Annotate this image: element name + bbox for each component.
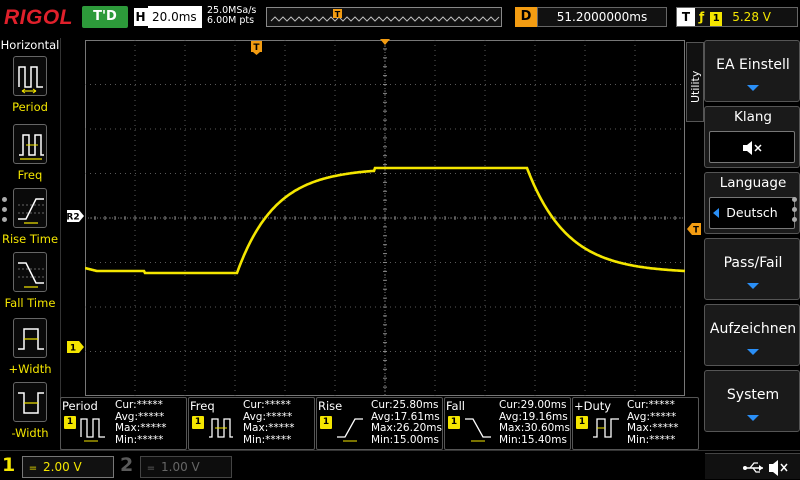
sidebar-item-label: Period <box>12 100 48 114</box>
trigger-source: 1 <box>710 12 723 26</box>
softkey-system[interactable]: System <box>704 370 800 432</box>
chevron-down-icon <box>747 349 759 355</box>
freq-icon <box>209 418 233 438</box>
sidebar-item-label: +Width <box>8 362 52 376</box>
graticule <box>85 40 685 396</box>
sidebar-item-label: Fall Time <box>4 296 56 310</box>
softkey-language[interactable]: Language Deutsch <box>704 172 800 234</box>
rise-time-icon <box>13 188 47 228</box>
period-icon <box>80 418 105 442</box>
chevron-left-icon <box>713 208 719 218</box>
dc-coupling-icon: = <box>146 463 156 474</box>
ch1-scale: 2.00 V <box>43 460 82 474</box>
ch2-scale: 1.00 V <box>161 460 200 474</box>
sidebar-item-plus-width[interactable]: +Width <box>0 318 60 382</box>
ref-r2-label: R2 <box>66 213 79 223</box>
waveform-display[interactable] <box>85 40 685 396</box>
sidebar-title: Horizontal <box>0 38 60 52</box>
chevron-down-icon <box>747 85 759 91</box>
plus-width-icon <box>13 318 47 358</box>
trigger-position-marker[interactable]: T <box>250 40 264 56</box>
chevron-down-icon <box>747 283 759 289</box>
scroll-dots-icon <box>792 197 798 227</box>
delay-value[interactable]: 51.2000000ms <box>537 7 667 27</box>
channel-badge: 1 <box>320 416 332 429</box>
acquisition-info: 25.0MSa/s 6.00M pts <box>207 6 265 28</box>
dc-coupling-icon: = <box>28 463 38 474</box>
fall-time-icon <box>13 252 47 292</box>
sidebar-item-minus-width[interactable]: -Width <box>0 382 60 446</box>
language-value: Deutsch <box>709 197 795 229</box>
measurement-fall[interactable]: Fall 1 Cur:29.00ms Avg:19.16ms Max:30.60ms… <box>444 397 571 450</box>
channel-badge: 1 <box>192 416 204 429</box>
ch1-label[interactable]: 1 <box>2 454 15 476</box>
timebase-box[interactable]: H 20.0ms <box>132 6 202 28</box>
minus-width-icon <box>13 382 47 422</box>
memory-position-track[interactable]: T <box>266 7 502 27</box>
channel-badge: 1 <box>576 416 588 429</box>
speaker-mute-icon <box>709 131 795 163</box>
memory-depth: 6.00M pts <box>207 15 255 26</box>
trigger-settings-box[interactable]: Tƒ 1 5.28 V <box>676 7 798 27</box>
fall-time-icon <box>465 418 491 442</box>
trigger-level: 5.28 V <box>732 10 771 24</box>
ch2-settings[interactable]: = 1.00 V <box>140 456 232 478</box>
usb-icon <box>743 462 763 473</box>
top-status-bar: RIGOL T'D H 20.0ms 25.0MSa/s 6.00M pts T … <box>0 0 800 38</box>
utility-menu-tab: Utility <box>686 42 704 122</box>
trigger-level-marker-label: T <box>693 226 699 236</box>
trigger-position-label: T <box>253 43 260 53</box>
ch1-offset-label: 1 <box>70 344 76 354</box>
measure-sidebar: Horizontal Period Freq Rise Time Fall Ti… <box>0 38 61 450</box>
ref-r2-marker[interactable]: R2 <box>66 208 86 224</box>
measurement-rise[interactable]: Rise 1 Cur:25.80ms Avg:17.61ms Max:26.20ms… <box>316 397 443 450</box>
rigol-logo: RIGOL <box>4 6 73 29</box>
system-tray <box>705 453 800 479</box>
sidebar-item-label: Freq <box>17 168 43 182</box>
sidebar-item-label: -Width <box>11 426 49 440</box>
measurement-freq[interactable]: Freq 1 Cur:***** Avg:***** Max:***** Min:**… <box>188 397 315 450</box>
center-marker-icon <box>380 39 390 45</box>
trigger-label: T <box>677 8 695 26</box>
measurement-plus-duty[interactable]: +Duty 1 Cur:***** Avg:***** Max:***** Min:*… <box>572 397 699 450</box>
delay-label: D <box>515 7 537 27</box>
softkey-klang[interactable]: Klang <box>704 106 800 168</box>
ch2-label[interactable]: 2 <box>120 454 133 476</box>
memory-waveform-icon: T <box>270 9 500 22</box>
channel-badge: 1 <box>64 416 76 429</box>
timebase-value: 20.0ms <box>152 10 197 24</box>
measurement-results-bar: Period 1 Cur:***** Avg:***** Max:***** Min:… <box>60 397 700 450</box>
trigger-level-marker[interactable]: T <box>686 222 702 236</box>
speaker-mute-icon <box>769 460 788 476</box>
trigger-slope-icon: ƒ <box>699 10 705 24</box>
sidebar-item-freq[interactable]: Freq <box>0 124 60 188</box>
channel-badge: 1 <box>448 416 460 429</box>
freq-icon <box>13 124 47 164</box>
scroll-dots-left-icon <box>2 197 8 227</box>
channel-status-bar: 1 = 2.00 V 2 = 1.00 V <box>0 450 800 480</box>
chevron-down-icon <box>747 415 759 421</box>
period-icon <box>13 56 47 96</box>
softkey-ea-einstell[interactable]: EA Einstell <box>704 40 800 102</box>
ch1-settings[interactable]: = 2.00 V <box>22 456 114 478</box>
ch1-offset-marker[interactable]: 1 <box>66 339 86 355</box>
utility-softkey-menu: EA Einstell Klang Language Deutsch Pass/… <box>704 38 800 450</box>
sidebar-item-period[interactable]: Period <box>0 56 60 120</box>
sidebar-item-rise-time[interactable]: Rise Time <box>0 188 60 252</box>
measurement-period[interactable]: Period 1 Cur:***** Avg:***** Max:***** Min:… <box>60 397 187 450</box>
duty-icon <box>593 418 619 438</box>
softkey-pass-fail[interactable]: Pass/Fail <box>704 238 800 300</box>
svg-text:T: T <box>335 10 341 19</box>
sidebar-item-label: Rise Time <box>1 232 59 246</box>
softkey-aufzeichnen[interactable]: Aufzeichnen <box>704 304 800 366</box>
trigger-status-badge[interactable]: T'D <box>82 6 128 28</box>
sidebar-item-fall-time[interactable]: Fall Time <box>0 252 60 316</box>
horizontal-label: H <box>132 6 148 28</box>
rise-time-icon <box>337 418 363 442</box>
